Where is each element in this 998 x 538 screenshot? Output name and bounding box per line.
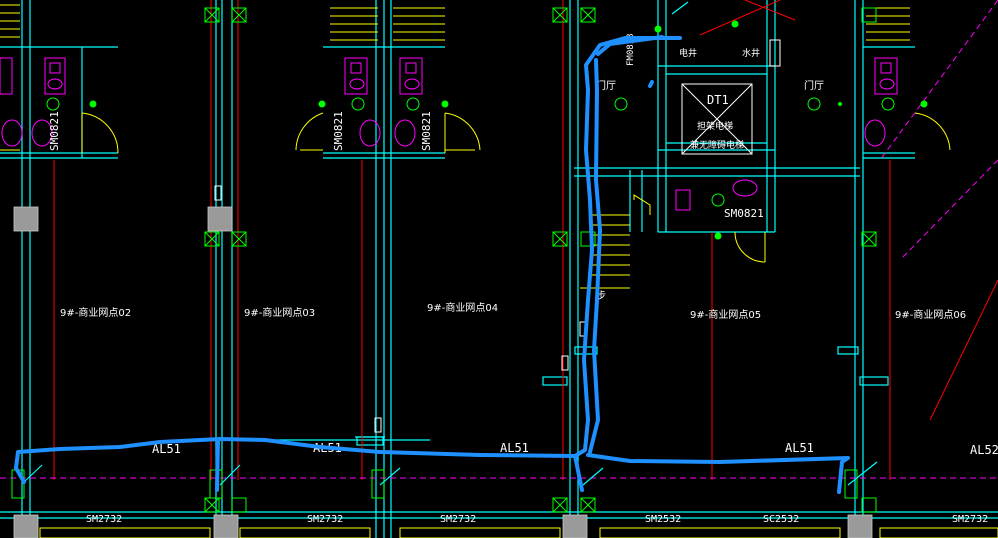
panel-label: SM0821 — [332, 111, 345, 151]
panel-label: SM2732 — [307, 514, 343, 525]
room-label: 9#-商业网点05 — [690, 308, 761, 321]
panel-label: SM2732 — [86, 514, 122, 525]
elevator-id: DT1 — [707, 93, 729, 107]
floor-plan: SM0821 SM0821 SM0821 SM0821 9#-商业网点02 9#… — [0, 0, 998, 538]
dashed-lines — [0, 0, 998, 479]
panel-label: SM0821 — [420, 111, 433, 151]
room-label: 9#-商业网点03 — [244, 306, 315, 319]
panel-label: SM0821 — [48, 111, 61, 151]
elevator-line2: 兼无障碍电梯 — [690, 139, 744, 151]
switches — [214, 39, 781, 433]
electric-shaft-label: 电井 — [679, 47, 697, 59]
equipment-symbols — [11, 7, 895, 513]
room-label: 9#-商业网点02 — [60, 306, 131, 319]
circuit-label: AL52 — [970, 443, 998, 457]
panel-label: SM2532 — [645, 514, 681, 525]
bathroom-fixtures — [0, 57, 898, 211]
panel-label: SM2732 — [952, 514, 988, 525]
room-label: 9#-商业网点06 — [895, 308, 966, 321]
circuit-label: AL51 — [785, 441, 814, 455]
panel-label: SC2532 — [763, 514, 799, 525]
panel-label: SM0821 — [724, 207, 764, 220]
elevator-line1: 担架电梯 — [697, 120, 733, 132]
stair-label: 门厅 — [804, 79, 824, 92]
red-lines — [53, 0, 998, 480]
columns — [13, 206, 873, 538]
stair-label: 门厅 — [596, 79, 616, 92]
water-shaft-label: 水井 — [742, 47, 760, 59]
panel-label: SM2732 — [440, 514, 476, 525]
circuit-label: AL51 — [500, 441, 529, 455]
cad-drawing-canvas[interactable]: SM0821 SM0821 SM0821 SM0821 9#-商业网点02 9#… — [0, 0, 998, 538]
room-label: 9#-商业网点04 — [427, 301, 498, 314]
